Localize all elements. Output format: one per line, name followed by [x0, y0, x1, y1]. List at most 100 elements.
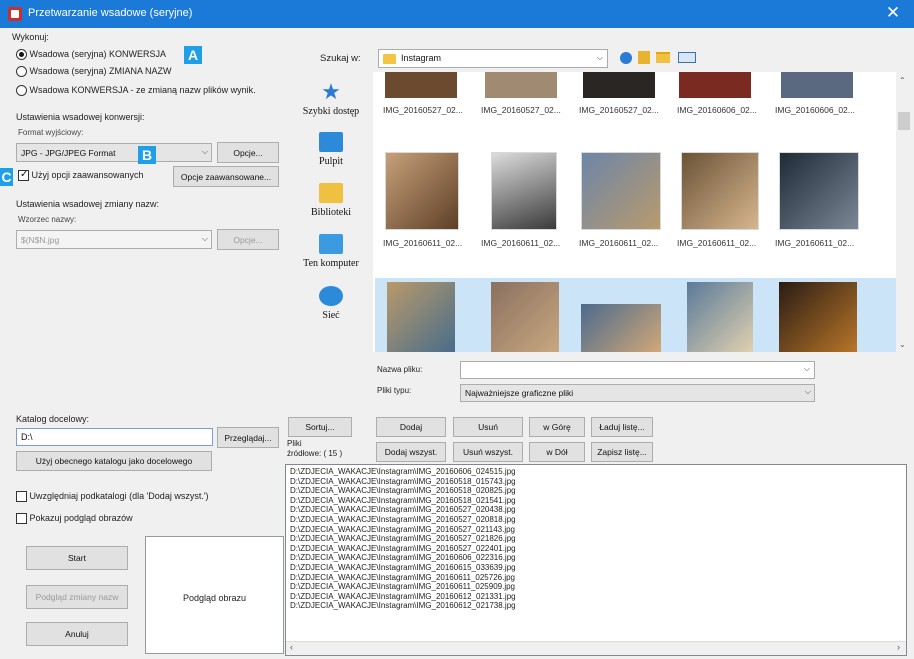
list-item[interactable]: D:\ZDJECIA_WAKACJE\Instagram\IMG_2016051… — [290, 496, 902, 506]
thumbnail-scrollbar[interactable]: ⌃ ⌄ — [896, 72, 912, 352]
checkbox[interactable] — [18, 169, 29, 182]
horizontal-scrollbar[interactable]: ‹ › — [286, 641, 906, 655]
thumbnail[interactable] — [781, 72, 853, 98]
conversion-group-label: Ustawienia wsadowej konwersji: — [16, 112, 145, 122]
scrollbar-thumb[interactable] — [898, 112, 910, 130]
browse-button[interactable]: Przeglądaj... — [217, 427, 279, 448]
move-up-button[interactable]: w Górę — [529, 417, 585, 437]
checkbox-label: Uwzględniaj podkatalogi (dla 'Dodaj wszy… — [29, 491, 209, 501]
up-folder-icon[interactable] — [638, 51, 650, 64]
list-item[interactable]: D:\ZDJECIA_WAKACJE\Instagram\IMG_2016060… — [290, 467, 902, 477]
list-item[interactable]: D:\ZDJECIA_WAKACJE\Instagram\IMG_2016052… — [290, 534, 902, 544]
filetype-select[interactable]: Najważniejsze graficzne pliki ⌵ — [460, 384, 815, 402]
chevron-down-icon: ⌵ — [201, 147, 208, 156]
thumbnail[interactable] — [581, 152, 661, 230]
thumbnail[interactable] — [779, 282, 857, 352]
source-file-list[interactable]: D:\ZDJECIA_WAKACJE\Instagram\IMG_2016060… — [285, 464, 907, 656]
sort-button[interactable]: Sortuj... — [288, 417, 352, 437]
chevron-down-icon: ⌵ — [201, 234, 208, 243]
pattern-select[interactable]: $(N$N.jpg ⌵ — [16, 230, 212, 249]
scroll-right-icon[interactable]: › — [897, 642, 900, 653]
pattern-value: $(N$N.jpg — [21, 234, 60, 245]
preview-rename-button[interactable]: Podgląd zmiany nazw — [26, 585, 128, 609]
move-down-button[interactable]: w Dół — [529, 442, 585, 462]
format-select[interactable]: JPG - JPG/JPEG Format ⌵ — [16, 143, 212, 162]
list-item[interactable]: D:\ZDJECIA_WAKACJE\Instagram\IMG_2016052… — [290, 544, 902, 554]
radio-label: Wsadowa (seryjna) KONWERSJA — [29, 49, 167, 59]
list-item[interactable]: D:\ZDJECIA_WAKACJE\Instagram\IMG_2016061… — [290, 582, 902, 592]
image-preview-box: Podgląd obrazu — [145, 536, 284, 654]
thumbnail-label: IMG_20160527_02... — [579, 105, 659, 115]
list-item[interactable]: D:\ZDJECIA_WAKACJE\Instagram\IMG_2016061… — [290, 573, 902, 583]
badge-c: C — [0, 168, 13, 186]
network-icon — [319, 286, 343, 306]
scroll-left-icon[interactable]: ‹ — [290, 642, 293, 653]
place-desktop[interactable]: Pulpit — [296, 132, 366, 167]
image-preview-label: Podgląd obrazu — [182, 593, 247, 603]
close-button[interactable]: ✕ — [882, 3, 904, 25]
back-icon[interactable] — [620, 52, 632, 64]
include-subfolders-checkbox[interactable]: Uwzględniaj podkatalogi (dla 'Dodaj wszy… — [16, 491, 209, 503]
list-item[interactable]: D:\ZDJECIA_WAKACJE\Instagram\IMG_2016051… — [290, 477, 902, 487]
radio-batch-conversion-rename[interactable]: Wsadowa KONWERSJA - ze zmianą nazw plikó… — [16, 85, 256, 97]
format-options-button[interactable]: Opcje... — [217, 142, 279, 163]
start-button[interactable]: Start — [26, 546, 128, 570]
place-quick-access[interactable]: ★ Szybki dostęp — [296, 81, 366, 118]
advanced-options-checkbox[interactable]: Użyj opcji zaawansowanych — [18, 169, 144, 182]
place-libraries[interactable]: Biblioteki — [296, 183, 366, 218]
filename-input[interactable]: ⌵ — [460, 361, 815, 379]
radio-button-checked[interactable] — [16, 49, 27, 61]
place-this-pc[interactable]: Ten komputer — [296, 234, 366, 269]
show-preview-checkbox[interactable]: Pokazuj podgląd obrazów — [16, 513, 133, 525]
list-item[interactable]: D:\ZDJECIA_WAKACJE\Instagram\IMG_2016061… — [290, 563, 902, 573]
checkbox[interactable] — [16, 491, 27, 503]
radio-batch-conversion[interactable]: Wsadowa (seryjna) KONWERSJA — [16, 49, 167, 61]
thumbnail-label: IMG_20160611_02... — [775, 238, 855, 248]
checkbox[interactable] — [16, 513, 27, 525]
scroll-down-icon[interactable]: ⌄ — [899, 340, 906, 349]
list-item[interactable]: D:\ZDJECIA_WAKACJE\Instagram\IMG_2016061… — [290, 592, 902, 602]
thumbnail[interactable] — [491, 152, 557, 230]
thumbnail[interactable] — [385, 152, 459, 230]
window-title: Przetwarzanie wsadowe (seryjne) — [28, 7, 193, 19]
list-item[interactable]: D:\ZDJECIA_WAKACJE\Instagram\IMG_2016051… — [290, 486, 902, 496]
list-item[interactable]: D:\ZDJECIA_WAKACJE\Instagram\IMG_2016061… — [290, 601, 902, 611]
radio-button[interactable] — [16, 85, 27, 97]
thumbnail[interactable] — [491, 282, 559, 352]
scroll-up-icon[interactable]: ⌃ — [899, 76, 906, 85]
thumbnail[interactable] — [779, 152, 859, 230]
thumbnail[interactable] — [385, 72, 457, 98]
list-item[interactable]: D:\ZDJECIA_WAKACJE\Instagram\IMG_2016052… — [290, 515, 902, 525]
remove-all-button[interactable]: Usuń wszyst. — [453, 442, 523, 462]
save-list-button[interactable]: Zapisz listę... — [591, 442, 653, 462]
cancel-button[interactable]: Anuluj — [26, 622, 128, 646]
thumbnail[interactable] — [687, 282, 753, 352]
place-label: Sieć — [322, 310, 340, 321]
thumbnail[interactable] — [485, 72, 557, 98]
destination-input[interactable]: D:\ — [16, 428, 213, 446]
load-list-button[interactable]: Ładuj listę... — [591, 417, 653, 437]
list-item[interactable]: D:\ZDJECIA_WAKACJE\Instagram\IMG_2016060… — [290, 553, 902, 563]
radio-button[interactable] — [16, 66, 27, 78]
radio-batch-rename[interactable]: Wsadowa (seryjna) ZMIANA NAZW — [16, 66, 172, 78]
thumbnail-view[interactable]: IMG_20160527_02... IMG_20160527_02... IM… — [373, 72, 896, 352]
thumbnail[interactable] — [681, 152, 759, 230]
use-current-folder-button[interactable]: Użyj obecnego katalogu jako docelowego — [16, 451, 212, 471]
look-in-select[interactable]: Instagram ⌵ — [378, 49, 608, 68]
list-item[interactable]: D:\ZDJECIA_WAKACJE\Instagram\IMG_2016052… — [290, 505, 902, 515]
new-folder-icon[interactable] — [656, 52, 670, 63]
rename-options-button[interactable]: Opcje... — [217, 229, 279, 250]
thumbnail[interactable] — [387, 282, 455, 352]
badge-b: B — [138, 146, 156, 164]
list-item[interactable]: D:\ZDJECIA_WAKACJE\Instagram\IMG_2016052… — [290, 525, 902, 535]
advanced-options-button[interactable]: Opcje zaawansowane... — [173, 166, 279, 187]
view-menu-icon[interactable] — [678, 52, 696, 63]
add-button[interactable]: Dodaj — [376, 417, 446, 437]
thumbnail[interactable] — [583, 72, 655, 98]
app-icon — [8, 7, 22, 21]
place-network[interactable]: Sieć — [296, 286, 366, 321]
add-all-button[interactable]: Dodaj wszyst. — [376, 442, 446, 462]
thumbnail[interactable] — [581, 304, 661, 352]
thumbnail[interactable] — [679, 72, 751, 98]
remove-button[interactable]: Usuń — [453, 417, 523, 437]
